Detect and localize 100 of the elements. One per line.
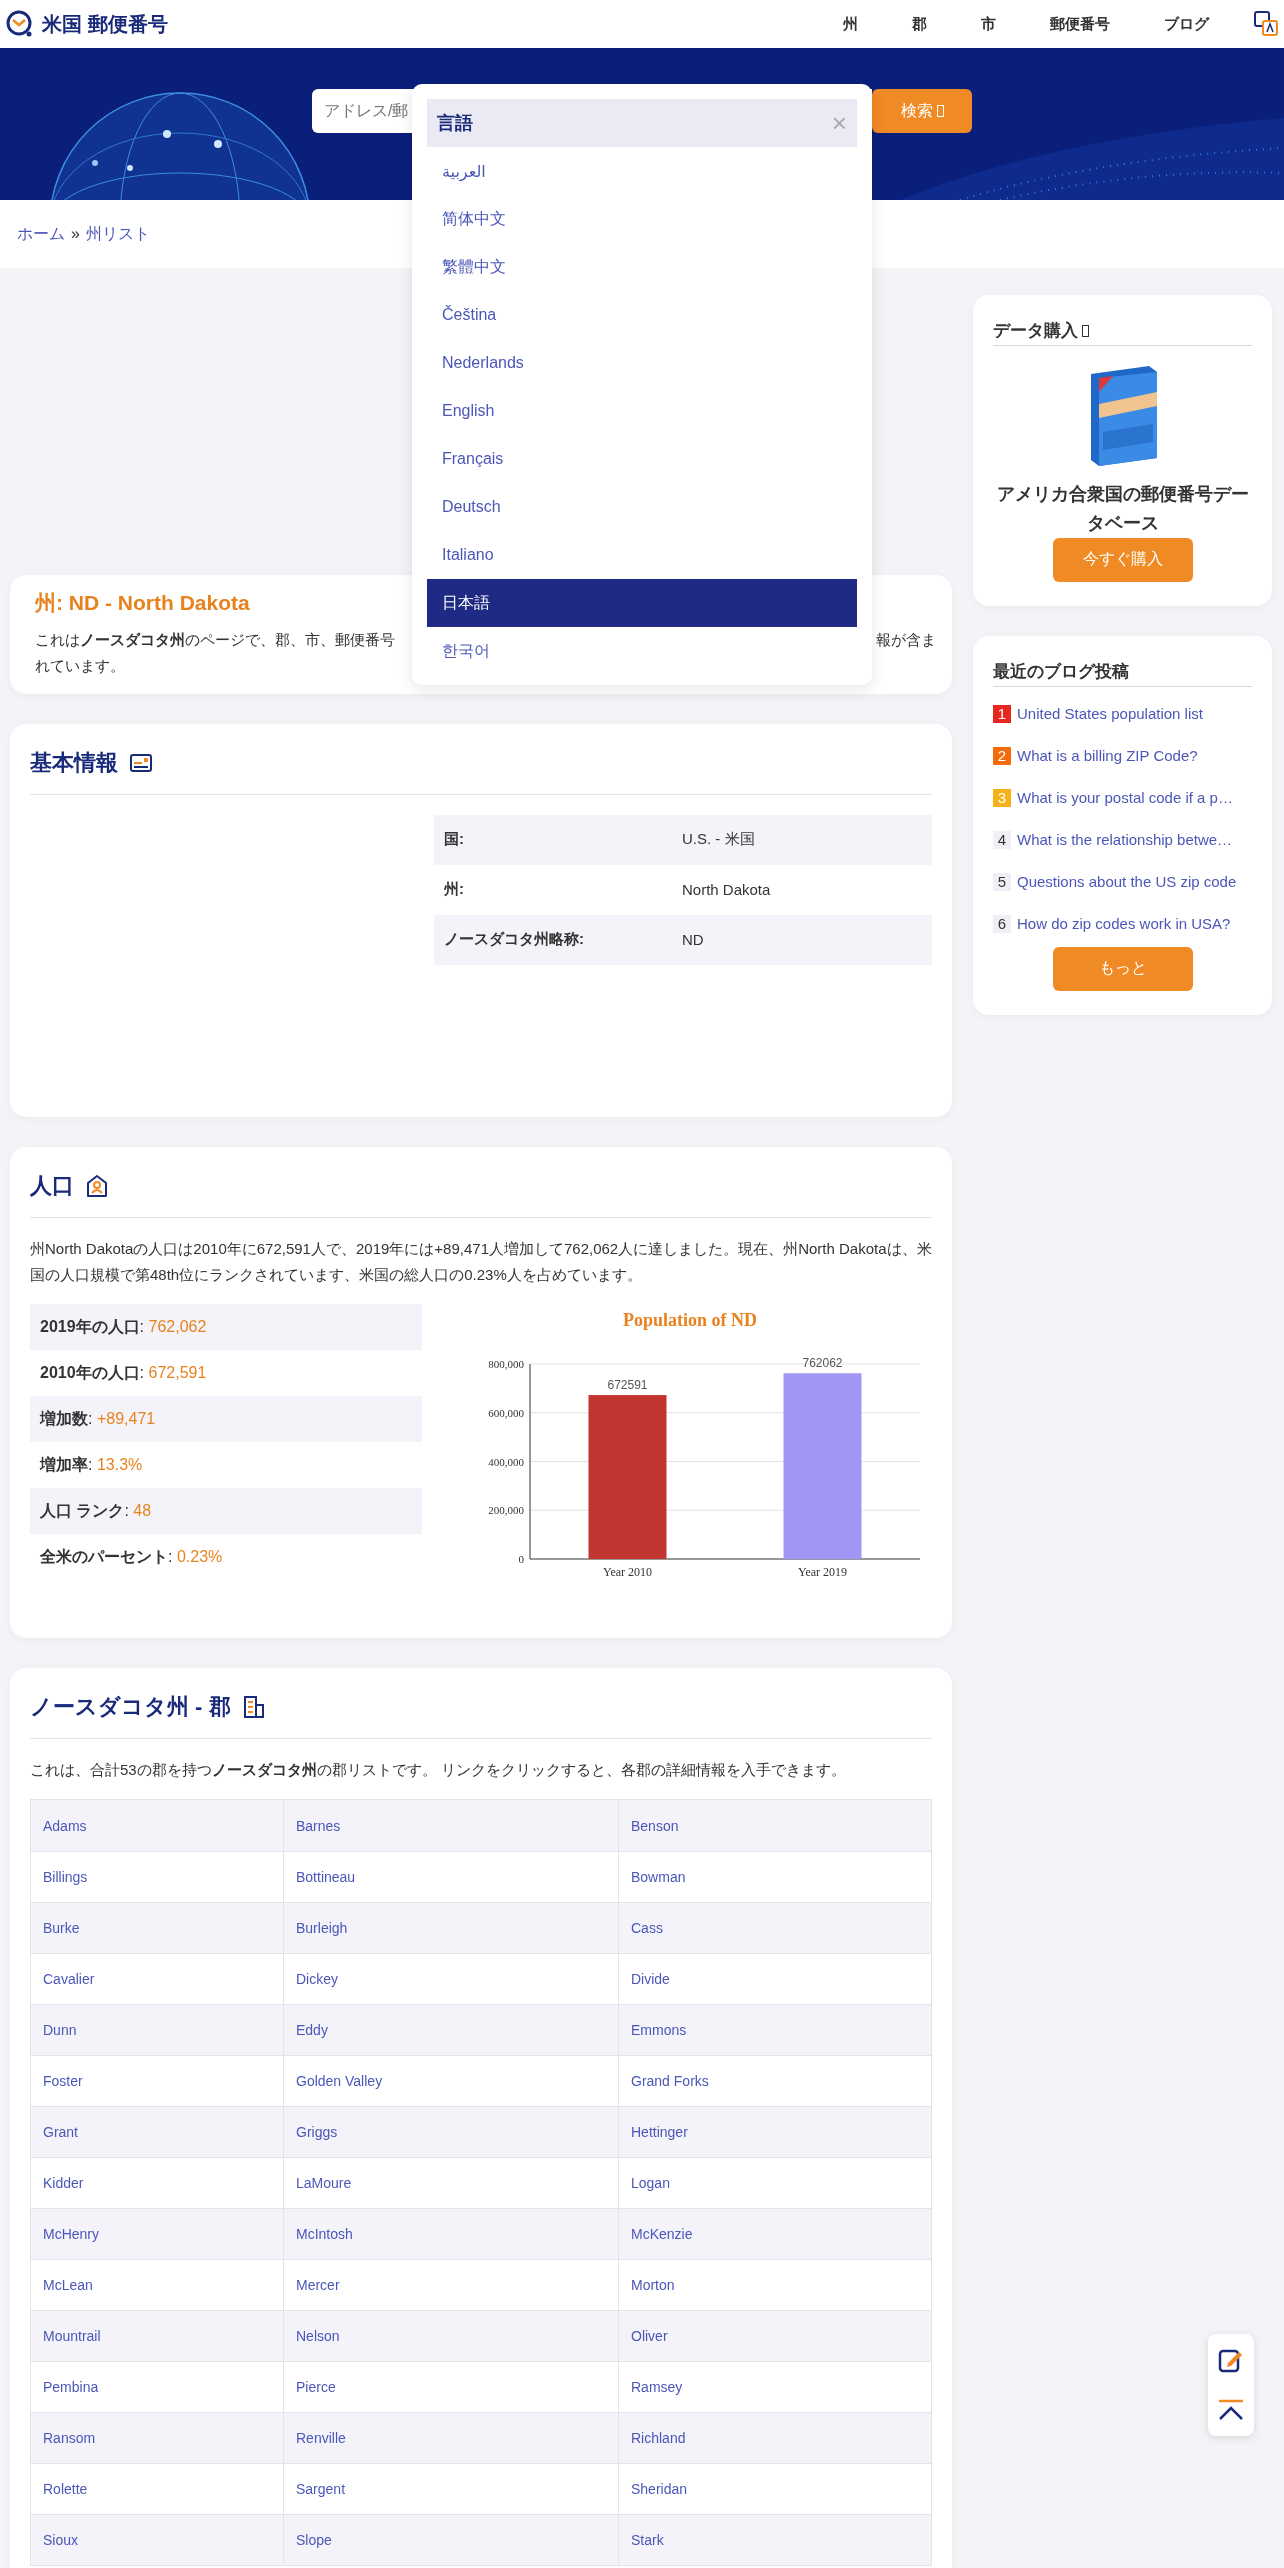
y-tick-label: 400,000 (488, 1455, 524, 1468)
section-title: 人口 (30, 1171, 74, 1200)
county-link[interactable]: McHenry (43, 2226, 99, 2243)
county-link[interactable]: Sargent (296, 2481, 346, 2498)
breadcrumb-link[interactable]: ホーム (17, 223, 65, 245)
info-label: ノースダコタ州略称: (444, 930, 585, 949)
county-link[interactable]: Dickey (296, 1971, 338, 1988)
post-number: 6 (993, 914, 1011, 933)
county-link[interactable]: Stark (631, 2532, 664, 2549)
language-option[interactable]: Italiano (427, 531, 857, 579)
id-card-icon (130, 752, 152, 773)
building-icon (242, 1695, 265, 1719)
language-option[interactable]: 日本語 (427, 579, 857, 627)
y-tick-label: 200,000 (488, 1504, 524, 1517)
post-number: 4 (993, 830, 1011, 849)
logo-icon (6, 10, 34, 38)
language-option[interactable]: Deutsch (427, 483, 857, 531)
post-number: 1 (993, 704, 1011, 723)
section-title: ノースダコタ州 - 郡 (30, 1693, 231, 1721)
population-text: 州North Dakotaの人口は2010年に672,591人で、2019年には+89,471人増加して762,062人に達しました。現在、州North Dakotaは、米国の人口規模で第48th位にランクされています、米国の総人口の0.23%人を占めています。 (30, 1238, 932, 1285)
post-number: 5 (993, 872, 1011, 891)
language-option[interactable]: 繁體中文 (427, 243, 857, 291)
county-link[interactable]: Emmons (631, 2022, 687, 2039)
chart-title: Population of ND (623, 1310, 757, 1330)
population-stat: 2019年の人口: 762,062 (40, 1316, 207, 1337)
language-icon[interactable] (1254, 11, 1278, 37)
county-link[interactable]: Richland (631, 2430, 686, 2447)
card-title: 最近のブログ投稿 (993, 660, 1129, 683)
county-link[interactable]: McLean (43, 2277, 93, 2294)
language-option[interactable]: Čeština (427, 291, 857, 339)
population-stat: 増加率: 13.3% (40, 1454, 143, 1475)
county-link[interactable]: Nelson (296, 2328, 340, 2345)
county-link[interactable]: Grant (43, 2124, 78, 2141)
counties-text: これは、合計53の郡を持つノースダコタ州の郡リストです。 リンクをクリックすると、各郡の詳細情報を入手できます。 (30, 1760, 847, 1780)
post-number: 2 (993, 746, 1011, 765)
glyph-box-icon (936, 105, 944, 117)
info-value: ND (682, 931, 705, 948)
county-link[interactable]: Slope (296, 2532, 332, 2549)
county-link[interactable]: Divide (631, 1971, 670, 1988)
blog-post-link[interactable]: What is a billing ZIP Code? (1017, 747, 1198, 765)
data-label: 672591 (607, 1378, 648, 1393)
y-tick-label: 600,000 (488, 1406, 524, 1419)
county-link[interactable]: Golden Valley (296, 2073, 383, 2090)
county-link[interactable]: Rolette (43, 2481, 88, 2498)
blog-post-link[interactable]: Questions about the US zip code (1017, 873, 1237, 891)
county-link[interactable]: Cass (631, 1920, 663, 1937)
county-link[interactable]: Bowman (631, 1869, 686, 1886)
county-link[interactable]: Billings (43, 1869, 88, 1886)
post-number: 3 (993, 788, 1011, 807)
county-link[interactable]: Burleigh (296, 1920, 348, 1937)
language-option[interactable]: 한국어 (427, 627, 857, 675)
county-link[interactable]: Kidder (43, 2175, 84, 2192)
county-link[interactable]: Dunn (43, 2022, 77, 2039)
county-link[interactable]: Griggs (296, 2124, 338, 2141)
language-option[interactable]: Nederlands (427, 339, 857, 387)
y-tick-label: 800,000 (488, 1358, 524, 1370)
language-option[interactable]: العربية (427, 147, 857, 195)
blog-post-link[interactable]: United States population list (1017, 705, 1203, 723)
county-link[interactable]: Ransom (43, 2430, 96, 2447)
language-option[interactable]: Français (427, 435, 857, 483)
county-link[interactable]: Bottineau (296, 1869, 356, 1886)
nav-link[interactable]: ブログ (1137, 14, 1236, 34)
blog-post-link[interactable]: How do zip codes work in USA? (1017, 915, 1231, 933)
breadcrumb-link[interactable]: 州リスト (85, 223, 150, 245)
card-title: データ購入 (993, 320, 1078, 342)
county-link[interactable]: Cavalier (43, 1971, 95, 1988)
product-title: アメリカ合衆国の郵便番号データベース (995, 483, 1250, 535)
nav-link[interactable]: 郡 (885, 14, 954, 34)
county-link[interactable]: Adams (43, 1817, 87, 1834)
county-link[interactable]: Morton (631, 2277, 675, 2294)
county-link[interactable]: Oliver (631, 2328, 668, 2345)
county-link[interactable]: Foster (43, 2073, 83, 2090)
nav-link[interactable]: 郵便番号 (1023, 14, 1137, 34)
county-link[interactable]: Logan (631, 2175, 670, 2192)
blog-post-link[interactable]: What is the relationship betwe… (1017, 831, 1233, 849)
county-link[interactable]: Eddy (296, 2022, 328, 2039)
language-option[interactable]: English (427, 387, 857, 435)
county-link[interactable]: McIntosh (296, 2226, 353, 2243)
nav-link[interactable]: 市 (954, 14, 1023, 34)
county-link[interactable]: Burke (43, 1920, 80, 1937)
blog-post-link[interactable]: What is your postal code if a p… (1017, 789, 1233, 807)
county-link[interactable]: Pembina (43, 2379, 99, 2396)
county-link[interactable]: Ramsey (631, 2379, 683, 2396)
x-tick-label: Year 2019 (797, 1565, 848, 1579)
county-link[interactable]: Renville (296, 2430, 346, 2447)
site-logo-text[interactable]: 米国 郵便番号 (42, 10, 168, 38)
language-option[interactable]: 简体中文 (427, 195, 857, 243)
county-link[interactable]: Sheridan (631, 2481, 688, 2498)
nav-link[interactable]: 州 (816, 14, 885, 34)
county-link[interactable]: Mountrail (43, 2328, 101, 2345)
county-link[interactable]: Barnes (296, 1817, 341, 1834)
county-link[interactable]: Sioux (43, 2532, 79, 2549)
county-link[interactable]: Hettinger (631, 2124, 688, 2141)
county-link[interactable]: Benson (631, 1817, 679, 1834)
county-link[interactable]: McKenzie (631, 2226, 693, 2243)
county-link[interactable]: Grand Forks (631, 2073, 709, 2090)
county-link[interactable]: LaMoure (296, 2175, 352, 2192)
edit-icon[interactable] (1218, 2347, 1244, 2373)
county-link[interactable]: Pierce (296, 2379, 336, 2396)
county-link[interactable]: Mercer (296, 2277, 340, 2294)
